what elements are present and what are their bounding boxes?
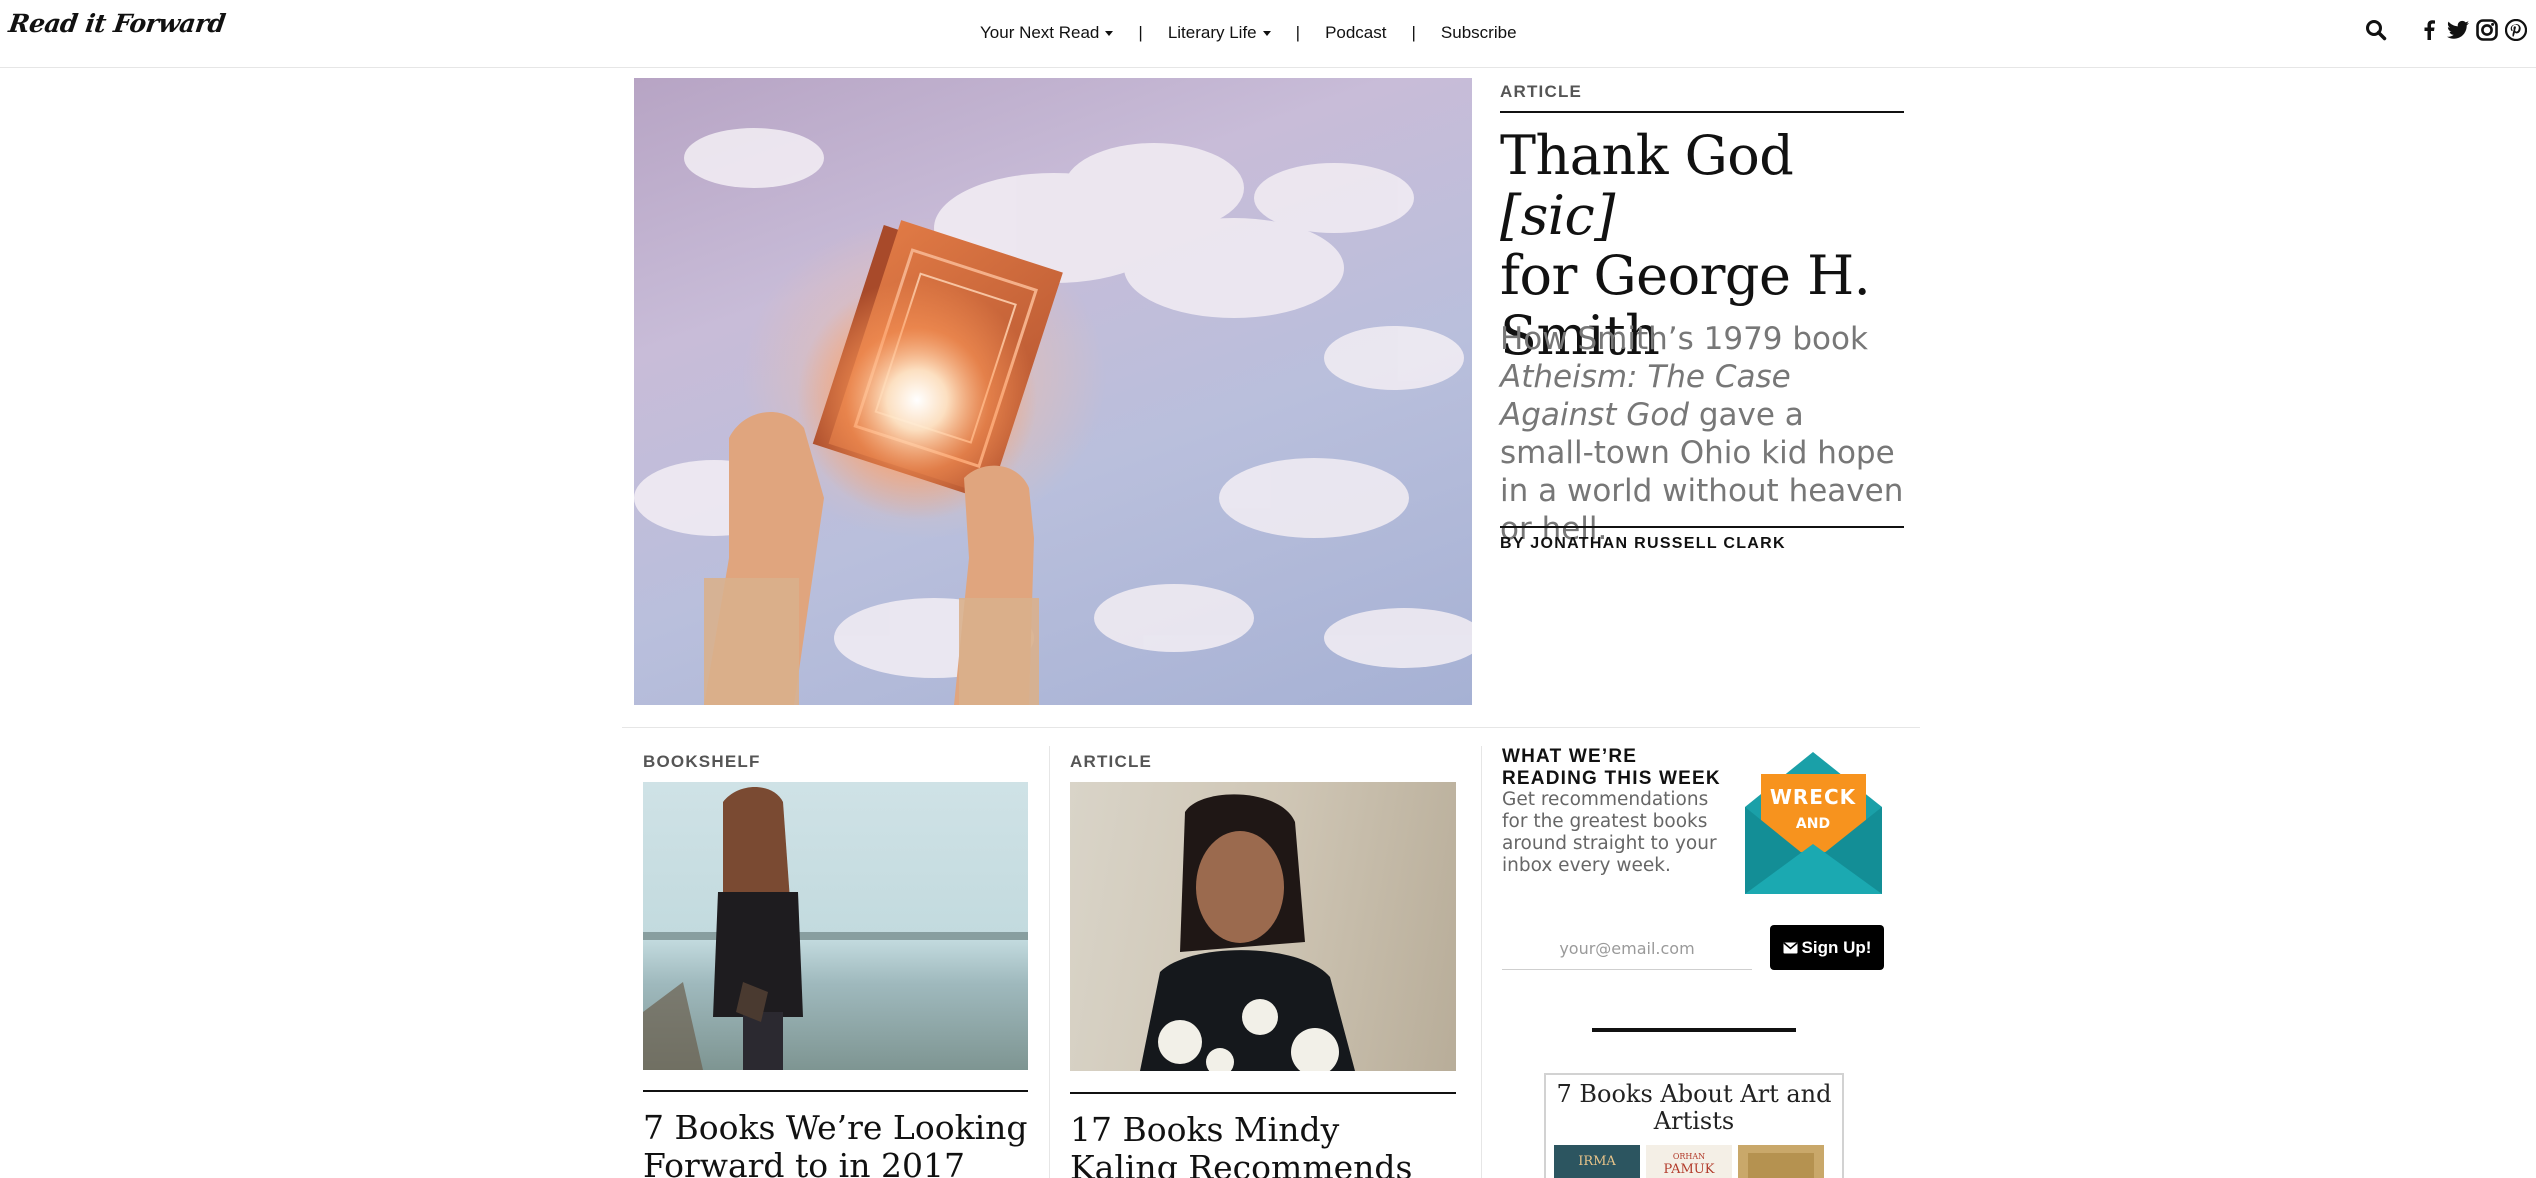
card-category[interactable]: BOOKSHELF [643,752,761,772]
hero-category: ARTICLE [1500,82,1583,101]
card-headline[interactable]: 17 Books Mindy Kaling Recommends on Inst… [1070,1111,1456,1178]
column-divider [1481,746,1482,1178]
instagram-icon[interactable] [2476,18,2498,42]
portrait-illustration [1140,794,1355,1071]
book-cover[interactable]: ORHANPAMUK [1646,1145,1732,1178]
search-icon[interactable] [2365,19,2387,41]
book-cover[interactable]: IRMA [1554,1145,1640,1178]
divider [1592,1028,1796,1032]
headline-part: Thank God [1500,124,1794,187]
headline-italic: [sic] [1500,184,1615,247]
pinterest-icon[interactable] [2505,18,2527,42]
cover-text: IRMA [1578,1154,1616,1169]
nav-item-podcast[interactable]: Podcast [1325,23,1386,43]
nav-item-subscribe[interactable]: Subscribe [1441,23,1517,43]
hero-image[interactable] [634,78,1472,705]
newsletter-heading: WHAT WE’RE READING THIS WEEK [1502,746,1721,789]
nav-label: Literary Life [1167,23,1257,42]
column-divider [1049,746,1050,1178]
top-navigation-bar: Read it Forward Your Next Read | Literar… [0,0,2536,68]
dek-part: How Smith’s 1979 book [1500,321,1868,357]
twitter-icon[interactable] [2447,18,2469,42]
social-links [2418,18,2527,42]
woman-with-book-illustration [643,787,1028,1070]
envelope-icon: WRECK AND [1745,752,1882,894]
cover-text: PAMUK [1664,1162,1715,1177]
nav-separator: | [1138,23,1143,42]
divider [1500,526,1904,528]
chevron-down-icon [1262,30,1271,36]
divider [643,1090,1028,1092]
author-byline[interactable]: BY JONATHAN RUSSELL CLARK [1500,535,1786,553]
mail-icon [1783,941,1798,953]
card-headline[interactable]: 7 Books We’re Looking Forward to in 2017 [643,1109,1028,1178]
nav-separator: | [1411,23,1416,42]
facebook-icon[interactable] [2418,18,2440,42]
site-logo[interactable]: Read it Forward [7,9,227,38]
main-nav: Your Next Read | Literary Life | Podcast… [980,20,1517,46]
card-category[interactable]: ARTICLE [1070,752,1152,772]
nav-separator: | [1295,23,1301,42]
card-image[interactable] [1070,782,1456,1071]
divider [1070,1092,1456,1094]
book-covers: IRMA ORHAN PAMUK [1554,1145,1824,1178]
email-field[interactable] [1502,928,1752,970]
nav-label: Subscribe [1440,23,1517,42]
section-divider [622,727,1920,728]
envelope-text: AND [1796,816,1830,832]
divider [1500,111,1904,113]
sign-up-button[interactable]: Sign Up! [1770,925,1884,970]
sign-up-label: Sign Up! [1801,937,1872,957]
envelope-text: WRECK [1770,785,1857,809]
promo-card[interactable]: 7 Books About Art and Artists IRMA ORHAN… [1544,1073,1844,1178]
card-image[interactable] [643,782,1028,1070]
hero-subheadline: How Smith’s 1979 book Atheism: The Case … [1500,320,1904,548]
nav-item-your-next-read[interactable]: Your Next Read [980,23,1114,43]
nav-label: Your Next Read [980,23,1100,42]
promo-title: 7 Books About Art and Artists [1556,1080,1832,1135]
book-cover[interactable] [1738,1145,1824,1178]
cover-text: ORHAN [1673,1152,1705,1161]
nav-item-literary-life[interactable]: Literary Life [1168,23,1271,43]
nav-label: Podcast [1325,23,1387,42]
newsletter-description: Get recommendations for the greatest boo… [1502,789,1717,876]
chevron-down-icon [1105,30,1114,36]
hero-illustration [634,128,1472,705]
